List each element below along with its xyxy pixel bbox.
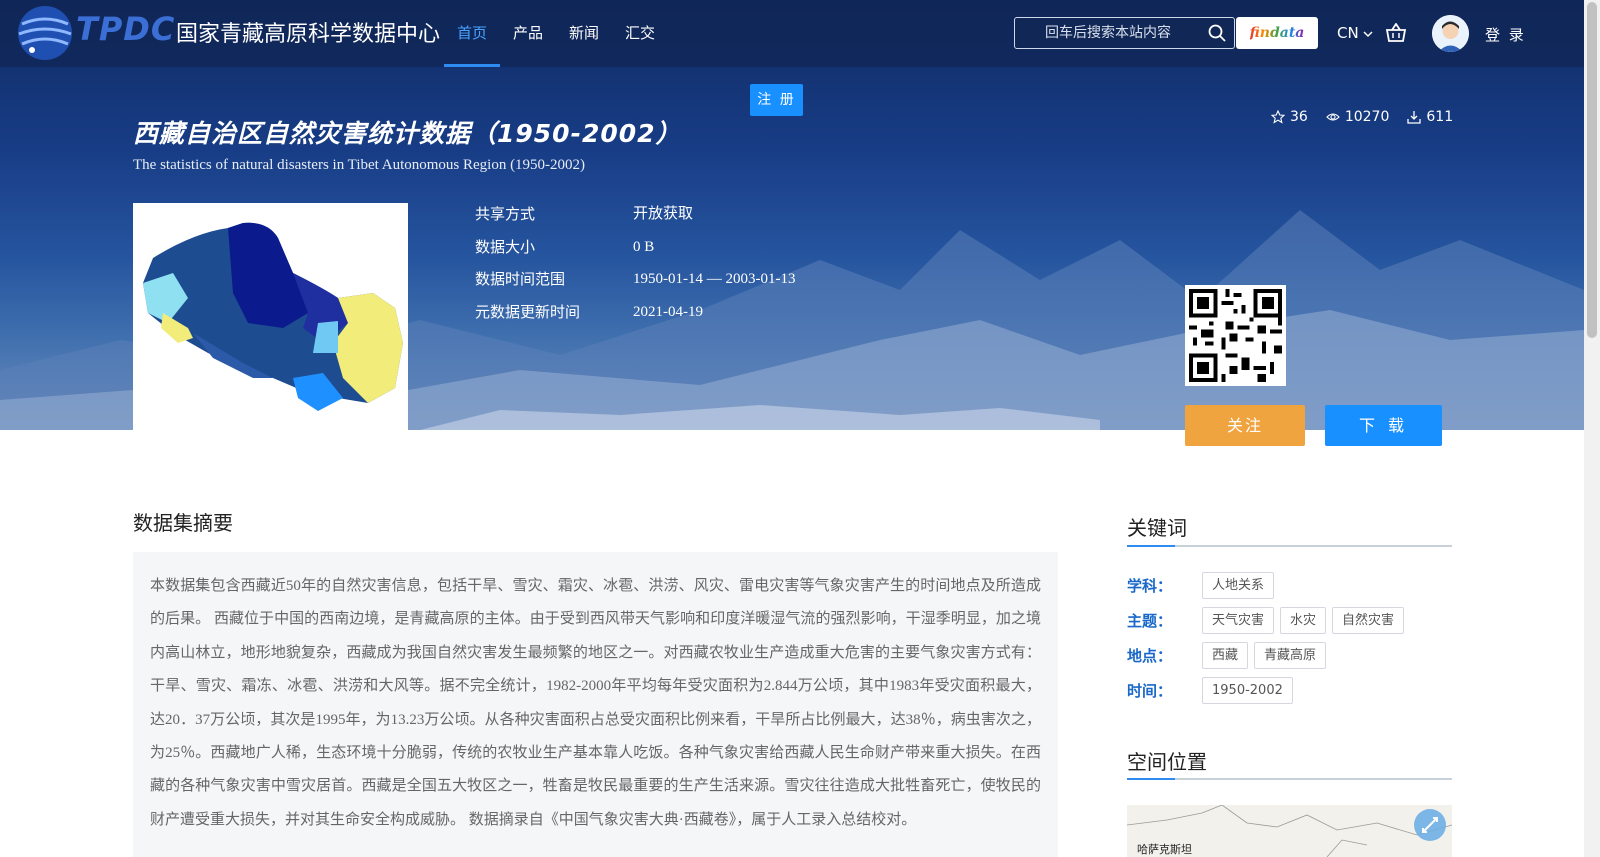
keywords-divider: [1127, 545, 1452, 547]
meta-value: 1950-01-14 — 2003-01-13: [633, 271, 796, 287]
follow-button[interactable]: 关注: [1185, 405, 1305, 446]
avatar-icon: [1432, 15, 1469, 52]
findata-button[interactable]: findata: [1236, 17, 1318, 49]
meta-row-sharing: 共享方式 开放获取: [475, 204, 795, 237]
dataset-thumbnail: [133, 203, 408, 430]
findata-logo-text: findata: [1249, 25, 1305, 41]
keyword-tag[interactable]: 1950-2002: [1202, 677, 1293, 704]
keyword-tag[interactable]: 人地关系: [1202, 572, 1275, 599]
star-icon: [1271, 110, 1285, 124]
meta-row-time-range: 数据时间范围 1950-01-14 — 2003-01-13: [475, 269, 795, 302]
download-count: 611: [1407, 109, 1453, 125]
download-icon: [1407, 111, 1422, 124]
basket-icon[interactable]: [1385, 23, 1407, 43]
keyword-tags: 1950-2002: [1202, 677, 1299, 704]
keyword-row-time: 时间： 1950-2002: [1127, 677, 1299, 704]
main-nav: 首页 产品 新闻 汇交: [444, 0, 668, 67]
summary-heading: 数据集摘要: [133, 511, 233, 535]
keyword-tags: 人地关系: [1202, 572, 1280, 599]
fullscreen-map-button[interactable]: [1414, 809, 1446, 841]
search-box: [1014, 17, 1235, 49]
meta-value: 0 B: [633, 238, 655, 255]
language-label: CN: [1337, 24, 1359, 42]
tpdc-globe-logo: [18, 6, 72, 60]
keyword-tag[interactable]: 天气灾害: [1202, 607, 1275, 634]
meta-key: 共享方式: [475, 205, 536, 223]
dataset-title: 西藏自治区自然灾害统计数据（1950-2002）: [133, 119, 682, 148]
nav-item-home[interactable]: 首页: [444, 0, 501, 67]
page-scrollbar[interactable]: [1584, 0, 1600, 857]
star-count[interactable]: 36: [1271, 109, 1308, 125]
keyword-row-place: 地点： 西藏 青藏高原: [1127, 642, 1332, 669]
download-button[interactable]: 下 载: [1325, 405, 1442, 446]
tibet-map-image: [143, 222, 403, 411]
user-avatar[interactable]: [1432, 15, 1469, 52]
keyword-label: 学科：: [1127, 577, 1173, 595]
summary-text: 本数据集包含西藏近50年的自然灾害信息，包括干旱、雪灾、霜灾、冰雹、洪涝、风灾、…: [150, 578, 1041, 828]
keyword-label: 主题：: [1127, 612, 1173, 630]
dataset-stats: 36 10270 611: [1271, 109, 1471, 125]
spatial-divider: [1127, 778, 1452, 780]
map-place-label: 哈萨克斯坦: [1137, 843, 1192, 856]
download-count-value: 611: [1426, 109, 1454, 125]
search-input[interactable]: [1015, 18, 1205, 48]
keyword-tag[interactable]: 自然灾害: [1332, 607, 1405, 634]
login-link[interactable]: 登 录: [1485, 24, 1526, 45]
language-switcher[interactable]: CN: [1337, 24, 1374, 42]
keywords-heading: 关键词: [1127, 516, 1187, 540]
meta-value: 2021-04-19: [633, 303, 703, 320]
dataset-metadata: 共享方式 开放获取 数据大小 0 B 数据时间范围 1950-01-14 — 2…: [475, 204, 795, 334]
keyword-tags: 西藏 青藏高原: [1202, 642, 1332, 669]
meta-row-updated: 元数据更新时间 2021-04-19: [475, 302, 795, 335]
meta-key: 数据大小: [475, 237, 536, 256]
keyword-row-discipline: 学科： 人地关系: [1127, 572, 1280, 599]
keyword-label: 地点：: [1127, 647, 1173, 665]
register-button[interactable]: 注 册: [750, 84, 803, 116]
meta-value: 开放获取: [633, 206, 694, 222]
nav-item-products[interactable]: 产品: [500, 0, 556, 67]
view-count: 10270: [1326, 109, 1390, 125]
star-count-value: 36: [1290, 109, 1308, 125]
qr-code: [1185, 285, 1286, 386]
keyword-tag[interactable]: 水灾: [1280, 607, 1327, 634]
logo-text: TPDC: [76, 10, 176, 48]
keyword-tag[interactable]: 西藏: [1202, 642, 1249, 669]
meta-key: 元数据更新时间: [475, 302, 581, 321]
keyword-row-theme: 主题： 天气灾害 水灾 自然灾害: [1127, 607, 1410, 634]
spatial-heading: 空间位置: [1127, 750, 1207, 774]
site-name: 国家青藏高原科学数据中心: [176, 22, 441, 47]
keyword-tag[interactable]: 青藏高原: [1254, 642, 1327, 669]
qr-code-icon: [1185, 285, 1286, 386]
keyword-label: 时间：: [1127, 682, 1173, 700]
summary-box: 本数据集包含西藏近50年的自然灾害信息，包括干旱、雪灾、霜灾、冰雹、洪涝、风灾、…: [133, 552, 1058, 857]
view-count-value: 10270: [1344, 109, 1390, 125]
meta-row-size: 数据大小 0 B: [475, 237, 795, 270]
search-icon[interactable]: [1208, 24, 1226, 42]
keyword-tags: 天气灾害 水灾 自然灾害: [1202, 607, 1410, 634]
nav-item-submit[interactable]: 汇交: [612, 0, 668, 67]
meta-key: 数据时间范围: [475, 270, 566, 288]
spatial-map[interactable]: 哈萨克斯坦: [1127, 805, 1452, 857]
scrollbar-thumb[interactable]: [1587, 2, 1597, 338]
chevron-down-icon: [1363, 31, 1374, 38]
eye-icon: [1326, 113, 1340, 121]
nav-item-news[interactable]: 新闻: [556, 0, 612, 67]
expand-icon: [1422, 817, 1438, 833]
top-navbar: TPDC 国家青藏高原科学数据中心 首页 产品 新闻 汇交 findata CN…: [0, 0, 1584, 67]
dataset-title-en: The statistics of natural disasters in T…: [133, 157, 586, 173]
